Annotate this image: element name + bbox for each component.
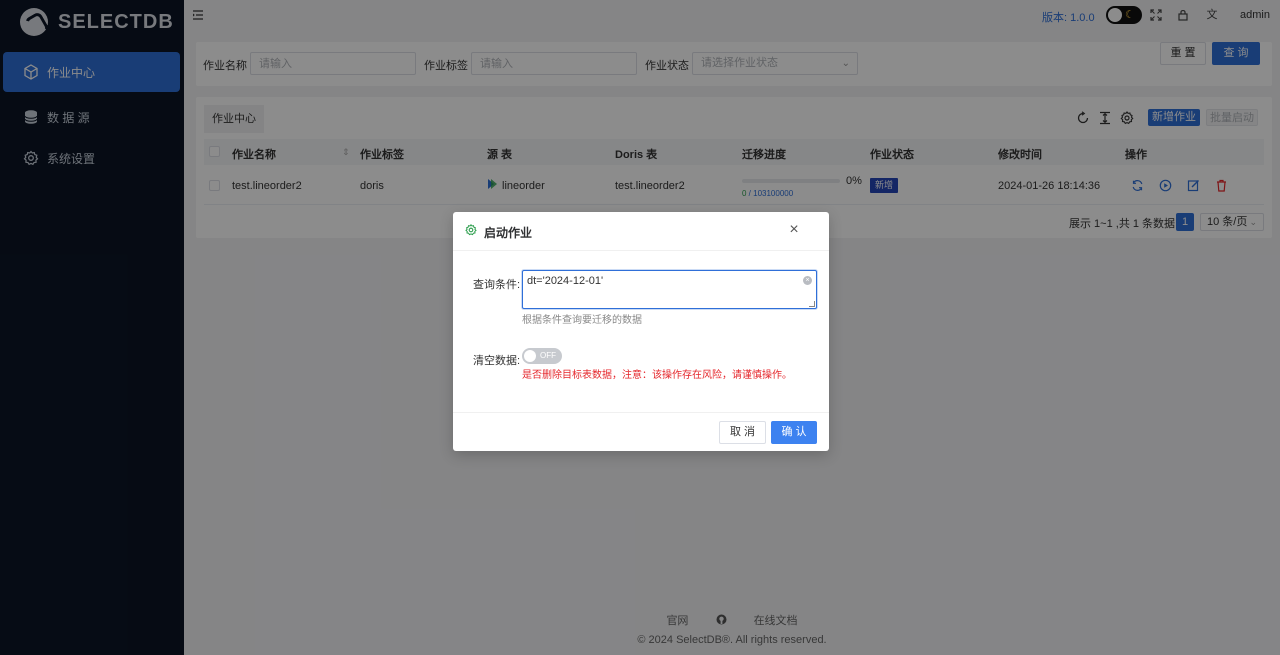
- clear-data-warning: 是否删除目标表数据，注意：该操作存在风险，请谨慎操作。: [522, 370, 792, 381]
- switch-knob: [524, 350, 536, 362]
- dialog-header: 启动作业 ×: [453, 212, 829, 251]
- dialog-footer: 取 消 确 认: [453, 412, 829, 451]
- resize-handle[interactable]: [809, 301, 815, 307]
- clear-data-switch[interactable]: OFF: [522, 348, 562, 364]
- clear-input-icon[interactable]: ×: [803, 276, 812, 285]
- switch-state-text: OFF: [540, 351, 556, 360]
- start-job-dialog: 启动作业 × 查询条件: × 根据条件查询要迁移的数据 清空数据: OFF 是否…: [453, 212, 829, 451]
- cancel-button[interactable]: 取 消: [719, 421, 766, 444]
- close-icon[interactable]: ×: [787, 222, 801, 238]
- query-condition-input[interactable]: [522, 270, 817, 309]
- gear-icon: [465, 224, 477, 236]
- dialog-title: 启动作业: [484, 226, 533, 240]
- clear-data-label: 清空数据:: [473, 355, 521, 367]
- query-condition-label: 查询条件:: [473, 279, 521, 291]
- confirm-button[interactable]: 确 认: [771, 421, 817, 444]
- query-condition-hint: 根据条件查询要迁移的数据: [522, 315, 642, 326]
